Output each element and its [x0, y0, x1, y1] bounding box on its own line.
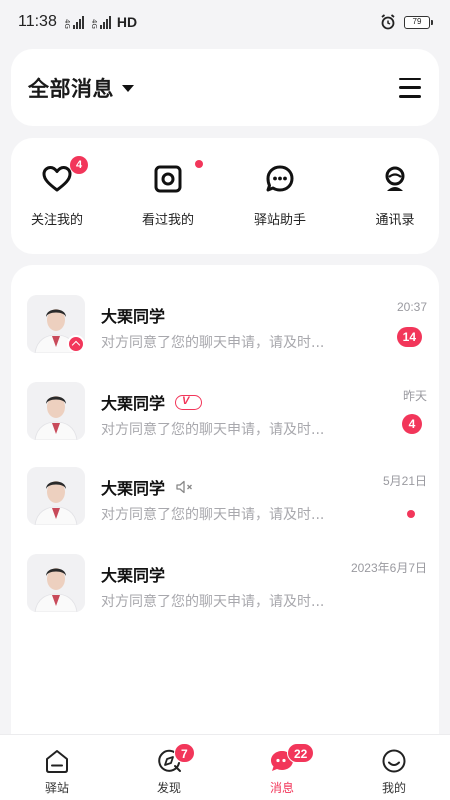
hamburger-menu-icon[interactable]: [399, 77, 421, 98]
caret-down-icon: [122, 85, 134, 92]
chat-bubble-icon: [266, 165, 294, 192]
message-preview: 对方同意了您的聊天申请，请及时...: [101, 594, 325, 610]
message-time: 20:37: [396, 300, 427, 314]
avatar-status-badge: [67, 335, 85, 353]
list-item[interactable]: 大栗同学 对方同意了您的聊天申请，请及时... 20:37 14: [11, 295, 439, 381]
messages-count-badge: 22: [287, 743, 315, 763]
nav-label: 消息: [269, 781, 294, 795]
alarm-icon: [381, 14, 395, 30]
header-card: 全部消息: [11, 49, 439, 126]
page-title: 全部消息: [28, 76, 114, 101]
quick-action-label: 关注我的: [30, 213, 83, 228]
avatar: [27, 467, 85, 525]
quick-action-label: 驿站助手: [253, 213, 306, 228]
heart-icon: [42, 166, 72, 192]
message-time: 昨天: [402, 389, 427, 403]
quick-action-follow-me[interactable]: 4 关注我的: [7, 138, 107, 254]
unread-count-badge: 14: [396, 327, 422, 347]
contact-name: 大栗同学: [101, 566, 166, 585]
profile-icon: [382, 749, 406, 773]
quick-action-contacts[interactable]: 通讯录: [345, 138, 445, 254]
nav-item-messages[interactable]: 22 消息: [242, 735, 322, 800]
contact-name: 大栗同学: [101, 394, 166, 413]
unread-dot: [407, 510, 415, 518]
home-icon: [46, 750, 68, 773]
message-time: 5月21日: [382, 474, 427, 488]
signal-1-icon: 4G: [63, 15, 84, 29]
nav-item-station[interactable]: 驿站: [17, 735, 97, 800]
nav-item-profile[interactable]: 我的: [354, 735, 434, 800]
new-view-dot: [195, 160, 203, 168]
hd-indicator: HD: [116, 14, 138, 30]
eye-frame-icon: [154, 165, 182, 193]
contact-name: 大栗同学: [101, 307, 166, 326]
list-item[interactable]: 大栗同学 对方同意了您的聊天申请，请及时... 2023年6月7日: [11, 554, 439, 640]
message-preview: 对方同意了您的聊天申请，请及时...: [101, 507, 325, 523]
quick-actions-card: 4 关注我的 看过我的 驿站助手 通讯录: [11, 138, 439, 254]
bottom-nav: 驿站 7 发现 22 消息 我的: [0, 734, 450, 800]
avatar: [27, 554, 85, 612]
message-list: 大栗同学 对方同意了您的聊天申请，请及时... 20:37 14 大栗同学 V …: [11, 265, 439, 735]
mute-icon: [176, 480, 192, 494]
signal-2-icon: 4G: [90, 15, 111, 29]
vip-tag-icon: V: [175, 394, 203, 410]
quick-action-label: 看过我的: [141, 213, 194, 228]
list-item[interactable]: 大栗同学 V 对方同意了您的聊天申请，请及时... 昨天 4: [11, 382, 439, 468]
nav-label: 驿站: [44, 781, 69, 795]
discover-count-badge: 7: [174, 743, 195, 763]
message-filter-dropdown[interactable]: 全部消息: [28, 73, 134, 103]
follow-count-badge: 4: [70, 156, 88, 174]
quick-action-station-assistant[interactable]: 驿站助手: [230, 138, 330, 254]
contact-name: 大栗同学: [101, 479, 166, 498]
quick-action-label: 通讯录: [375, 213, 415, 228]
battery-icon: 79: [404, 15, 433, 29]
message-time: 2023年6月7日: [350, 561, 427, 575]
message-preview: 对方同意了您的聊天申请，请及时...: [101, 335, 325, 351]
quick-action-viewed-me[interactable]: 看过我的: [118, 138, 218, 254]
contacts-icon: [385, 166, 405, 191]
unread-count-badge: 4: [402, 414, 422, 434]
status-bar: 11:38 4G 4G HD 79: [0, 0, 450, 44]
nav-item-discover[interactable]: 7 发现: [129, 735, 209, 800]
avatar: [27, 382, 85, 440]
status-time: 11:38: [18, 13, 57, 30]
list-item[interactable]: 大栗同学 对方同意了您的聊天申请，请及时... 5月21日: [11, 467, 439, 553]
nav-label: 我的: [381, 781, 406, 795]
message-preview: 对方同意了您的聊天申请，请及时...: [101, 422, 325, 438]
nav-label: 发现: [156, 781, 181, 795]
